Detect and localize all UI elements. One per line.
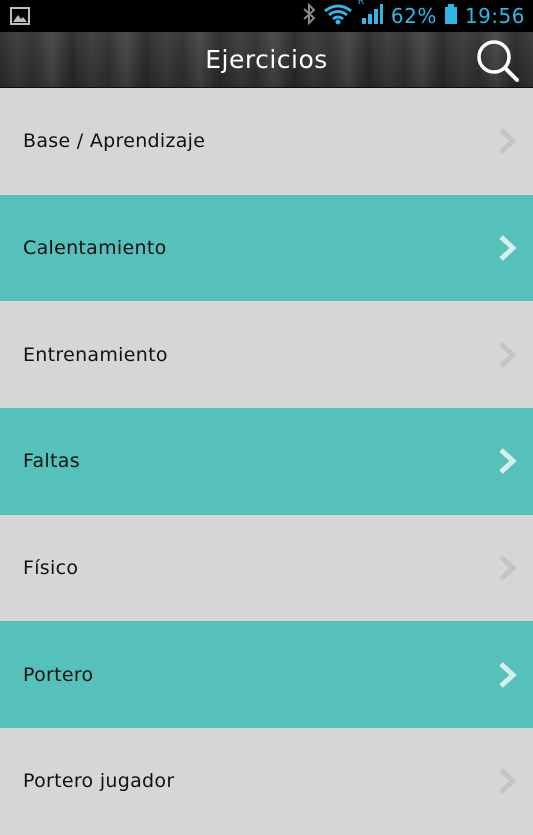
chevron-right-icon xyxy=(497,767,519,795)
chevron-right-icon xyxy=(497,127,519,155)
list-item-portero[interactable]: Portero xyxy=(0,621,533,729)
list-item-fisico[interactable]: Físico xyxy=(0,514,533,622)
action-bar: Ejercicios xyxy=(0,32,533,88)
chevron-right-icon xyxy=(497,341,519,369)
chevron-right-icon xyxy=(497,554,519,582)
clock: 19:56 xyxy=(464,4,525,28)
search-icon xyxy=(475,40,521,88)
list-item-portero-jugador[interactable]: Portero jugador xyxy=(0,728,533,835)
image-icon xyxy=(10,7,30,29)
battery-icon xyxy=(444,3,458,29)
list-item-entrenamiento[interactable]: Entrenamiento xyxy=(0,301,533,409)
list-item-label: Faltas xyxy=(23,450,80,473)
wifi-icon xyxy=(323,3,353,29)
list-item-label: Calentamiento xyxy=(23,237,167,260)
list-item-label: Base / Aprendizaje xyxy=(23,130,206,153)
list-item-calentamiento[interactable]: Calentamiento xyxy=(0,194,533,302)
list-item-faltas[interactable]: Faltas xyxy=(0,408,533,515)
page-title: Ejercicios xyxy=(205,45,328,74)
chevron-right-icon xyxy=(497,234,519,262)
bluetooth-icon xyxy=(302,2,316,29)
list-item-label: Portero xyxy=(23,663,94,686)
list-item-label: Portero jugador xyxy=(23,770,175,793)
chevron-right-icon xyxy=(497,447,519,475)
list-item-base-aprendizaje[interactable]: Base / Aprendizaje xyxy=(0,88,533,195)
battery-percent: 62% xyxy=(390,4,437,28)
status-bar: R 62% 19:56 xyxy=(0,0,533,32)
chevron-right-icon xyxy=(497,661,519,689)
exercise-category-list: Base / Aprendizaje Calentamiento Entrena… xyxy=(0,88,533,835)
list-item-label: Entrenamiento xyxy=(23,343,168,366)
roaming-indicator: R xyxy=(357,0,365,7)
list-item-label: Físico xyxy=(23,557,79,580)
search-button[interactable] xyxy=(475,38,521,84)
signal-icon: R xyxy=(357,0,384,29)
